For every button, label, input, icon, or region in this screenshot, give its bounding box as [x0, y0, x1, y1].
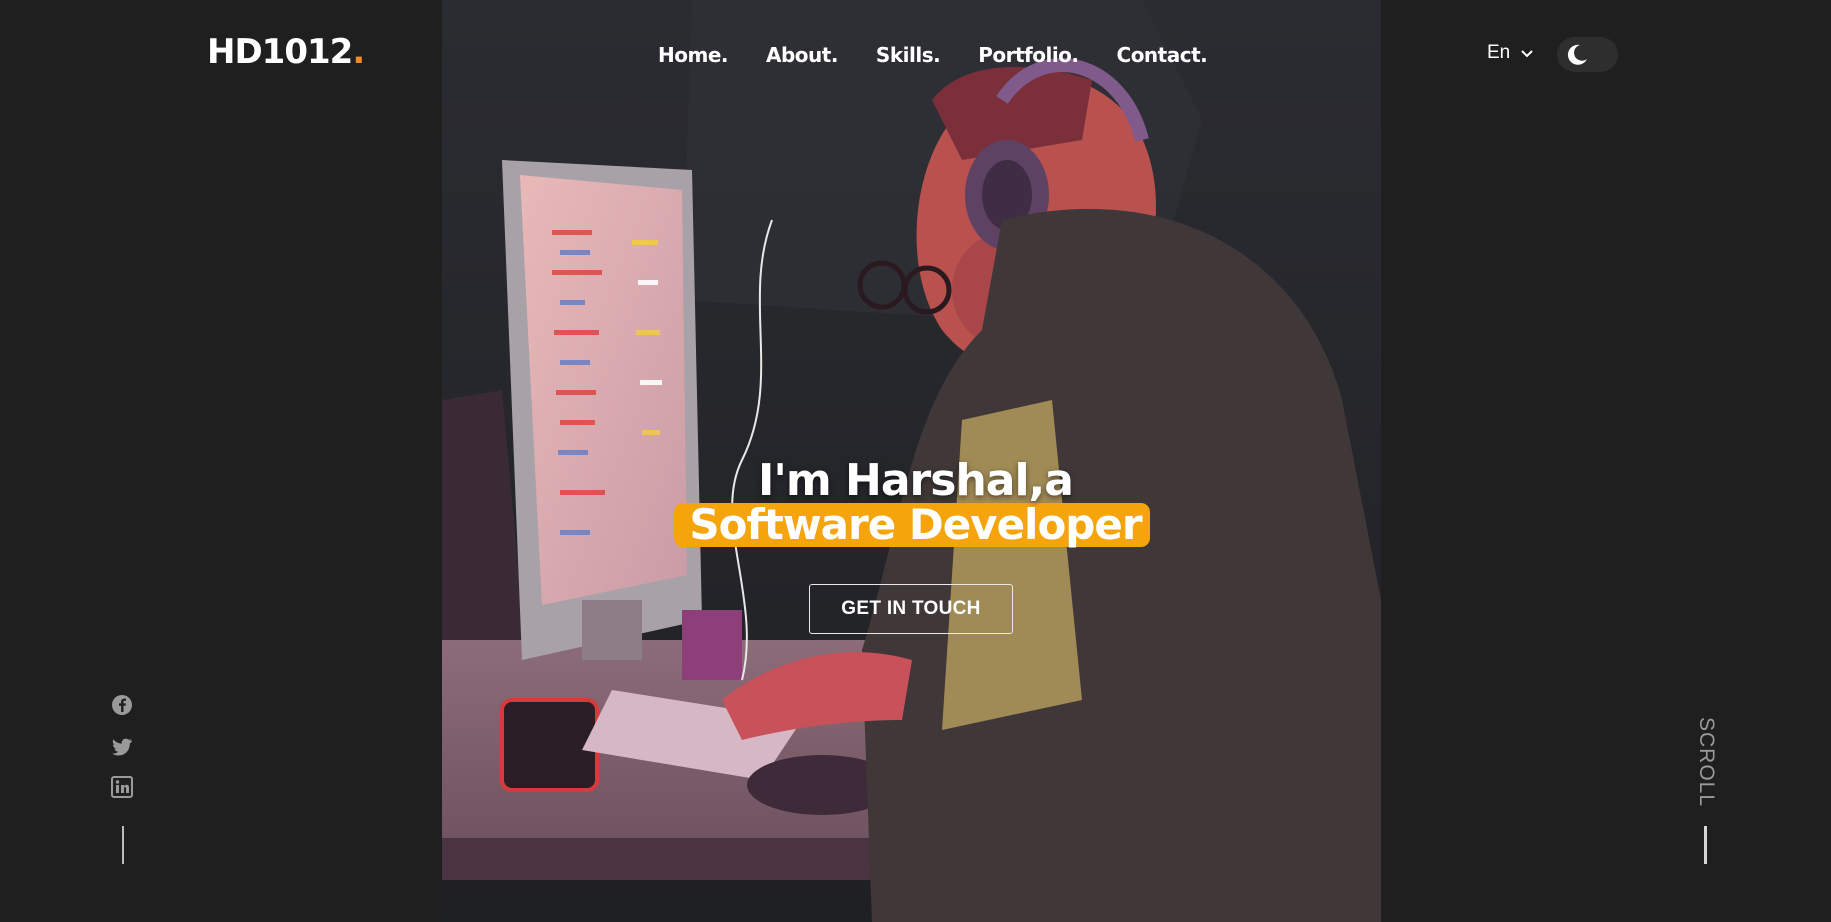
scroll-line — [1704, 826, 1707, 864]
logo-text: HD1012 — [207, 32, 353, 72]
moon-icon — [1567, 44, 1587, 65]
get-in-touch-button[interactable]: GET IN TOUCH — [809, 584, 1013, 634]
scroll-indicator[interactable]: SCROLL — [1689, 717, 1723, 808]
twitter-icon[interactable] — [111, 735, 133, 757]
linkedin-icon[interactable] — [111, 776, 133, 798]
site-logo[interactable]: HD1012. — [207, 32, 365, 72]
nav-skills[interactable]: Skills. — [876, 40, 941, 70]
language-selector[interactable]: En — [1487, 42, 1534, 64]
social-links — [111, 694, 133, 798]
language-label: En — [1487, 42, 1511, 63]
scroll-label: SCROLL — [1695, 717, 1718, 808]
nav-about[interactable]: About. — [766, 40, 838, 70]
chevron-down-icon — [1521, 50, 1533, 58]
social-divider-line — [122, 826, 124, 864]
logo-dot: . — [352, 32, 365, 72]
hero-role: Software Developer — [689, 500, 1142, 549]
main-nav: Home. About. Skills. Portfolio. Contact. — [658, 40, 1208, 70]
nav-home[interactable]: Home. — [658, 40, 728, 70]
facebook-icon[interactable] — [111, 694, 133, 716]
nav-contact[interactable]: Contact. — [1117, 40, 1208, 70]
nav-portfolio[interactable]: Portfolio. — [978, 40, 1079, 70]
theme-toggle[interactable] — [1557, 37, 1618, 72]
